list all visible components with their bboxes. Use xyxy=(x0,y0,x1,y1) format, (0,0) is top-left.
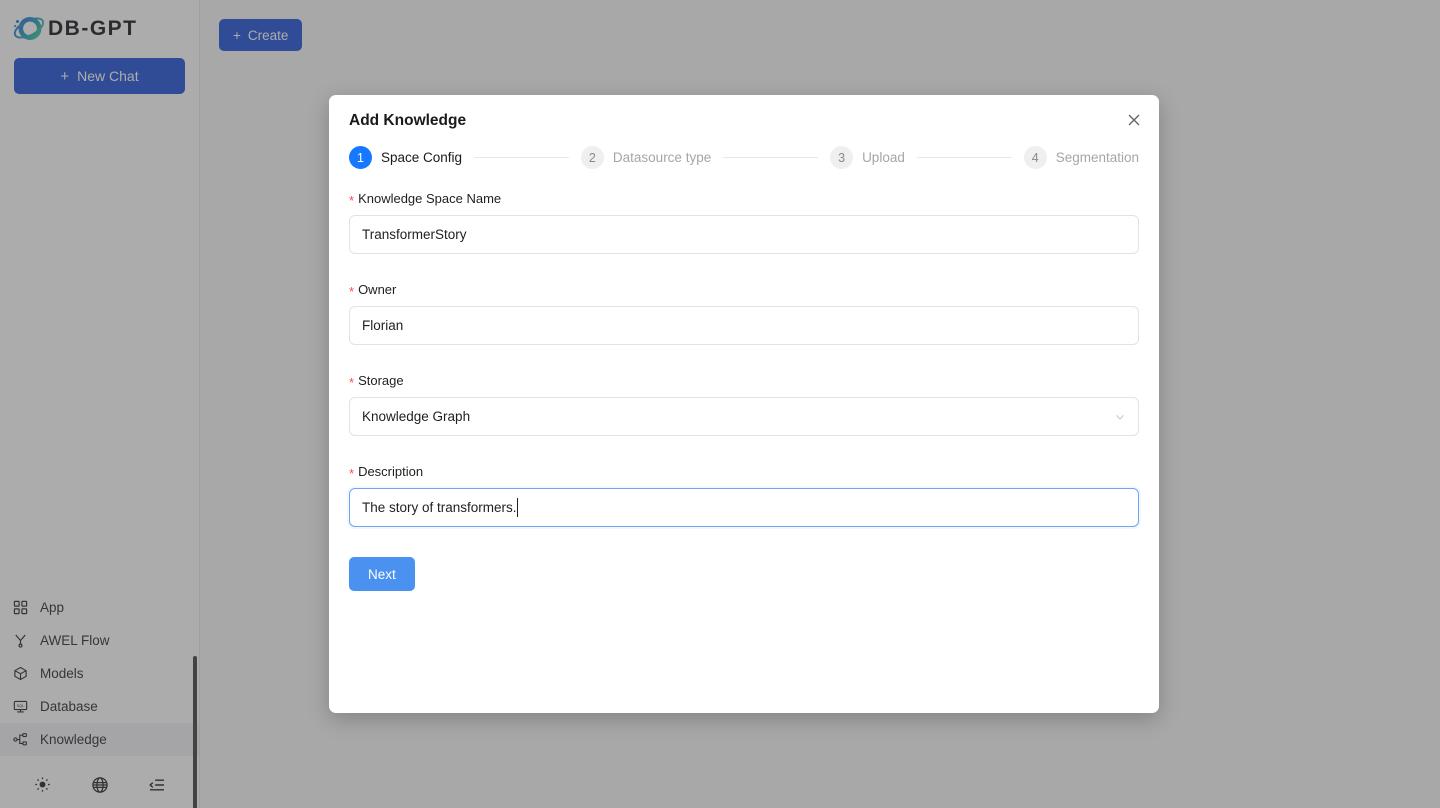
label-text: Storage xyxy=(358,373,404,388)
label-text: Knowledge Space Name xyxy=(358,191,501,206)
description-input[interactable] xyxy=(349,488,1139,527)
step-number: 4 xyxy=(1024,146,1047,169)
step-label: Space Config xyxy=(381,150,462,165)
step-indicator: 1 Space Config 2 Datasource type 3 Uploa… xyxy=(349,146,1139,169)
field-label-space-name: * Knowledge Space Name xyxy=(349,191,1139,206)
required-mark: * xyxy=(349,376,354,389)
field-space-name: * Knowledge Space Name xyxy=(349,191,1139,254)
step-connector xyxy=(723,157,818,158)
step-label: Upload xyxy=(862,150,905,165)
storage-select[interactable]: Knowledge Graph xyxy=(349,397,1139,436)
app-root: DB-GPT + New Chat App xyxy=(0,0,1440,808)
required-mark: * xyxy=(349,194,354,207)
step-label: Segmentation xyxy=(1056,150,1139,165)
chevron-down-icon xyxy=(1114,411,1126,423)
next-button[interactable]: Next xyxy=(349,557,415,591)
text-cursor xyxy=(517,498,518,517)
step-number: 1 xyxy=(349,146,372,169)
step-connector xyxy=(917,157,1012,158)
space-config-form: * Knowledge Space Name * Owner * Storage xyxy=(349,191,1139,591)
step-number: 3 xyxy=(830,146,853,169)
step-space-config[interactable]: 1 Space Config xyxy=(349,146,462,169)
space-name-input[interactable] xyxy=(349,215,1139,254)
step-segmentation[interactable]: 4 Segmentation xyxy=(1024,146,1139,169)
field-label-owner: * Owner xyxy=(349,282,1139,297)
required-mark: * xyxy=(349,285,354,298)
field-storage: * Storage Knowledge Graph xyxy=(349,373,1139,436)
owner-input[interactable] xyxy=(349,306,1139,345)
step-number: 2 xyxy=(581,146,604,169)
label-text: Description xyxy=(358,464,423,479)
field-description: * Description xyxy=(349,464,1139,527)
description-wrapper xyxy=(349,488,1139,527)
step-connector xyxy=(474,157,569,158)
required-mark: * xyxy=(349,467,354,480)
field-owner: * Owner xyxy=(349,282,1139,345)
step-upload[interactable]: 3 Upload xyxy=(830,146,905,169)
modal-title: Add Knowledge xyxy=(349,112,1139,130)
step-datasource-type[interactable]: 2 Datasource type xyxy=(581,146,711,169)
field-label-description: * Description xyxy=(349,464,1139,479)
close-icon[interactable] xyxy=(1123,109,1145,131)
step-label: Datasource type xyxy=(613,150,711,165)
add-knowledge-modal: Add Knowledge 1 Space Config 2 Datasourc… xyxy=(329,95,1159,713)
storage-selected-value: Knowledge Graph xyxy=(362,409,470,424)
label-text: Owner xyxy=(358,282,396,297)
field-label-storage: * Storage xyxy=(349,373,1139,388)
